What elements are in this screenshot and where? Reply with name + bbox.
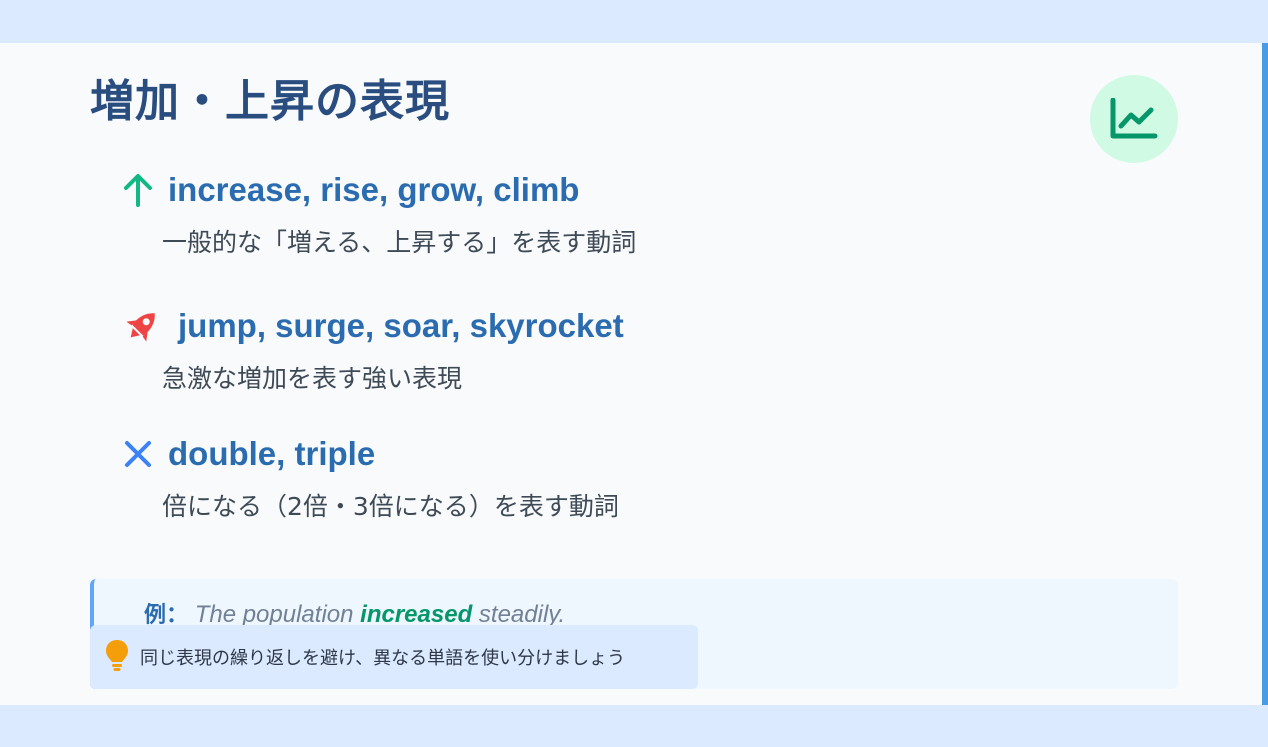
tip-box: 同じ表現の繰り返しを避け、異なる単語を使い分けましょう bbox=[90, 625, 698, 689]
chart-line-icon bbox=[1090, 75, 1178, 163]
arrow-up-icon bbox=[120, 172, 156, 208]
page-title: 増加・上昇の表現 bbox=[90, 76, 450, 127]
term-label: jump, surge, soar, skyrocket bbox=[178, 307, 624, 344]
example-text-before: The population bbox=[194, 601, 361, 628]
rocket-icon bbox=[120, 308, 164, 344]
example-highlight: increased bbox=[360, 601, 473, 628]
lightbulb-icon bbox=[104, 638, 130, 676]
list-item: jump, surge, soar, skyrocket 急激な増加を表す強い表… bbox=[120, 307, 624, 395]
list-item: double, triple 倍になる（2倍・3倍になる）を表す動詞 bbox=[120, 435, 619, 523]
term-label: double, triple bbox=[168, 435, 376, 472]
term-description: 急激な増加を表す強い表現 bbox=[162, 364, 463, 393]
example-text-after: steadily. bbox=[472, 601, 566, 628]
term-description: 倍になる（2倍・3倍になる）を表す動詞 bbox=[162, 492, 619, 521]
tip-text: 同じ表現の繰り返しを避け、異なる単語を使い分けましょう bbox=[140, 648, 626, 669]
times-icon bbox=[120, 436, 156, 472]
slide-card: 増加・上昇の表現 increase, rise, grow, climb 一般的… bbox=[0, 43, 1268, 705]
term-label: increase, rise, grow, climb bbox=[168, 171, 580, 208]
term-description: 一般的な「増える、上昇する」を表す動詞 bbox=[162, 228, 637, 257]
list-item: increase, rise, grow, climb 一般的な「増える、上昇す… bbox=[120, 171, 636, 259]
